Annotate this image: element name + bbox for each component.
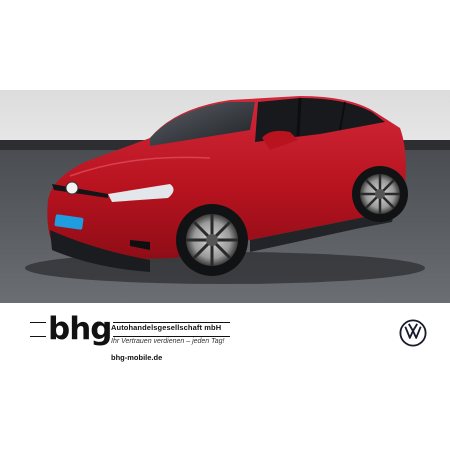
- dealer-website: bhg-mobile.de: [111, 353, 163, 362]
- front-emblem-icon: [65, 181, 79, 195]
- dealer-logo: bhg: [46, 311, 114, 347]
- company-name: Autohandelsgesellschaft mbH: [111, 323, 222, 332]
- car-photo: [0, 90, 450, 303]
- dealer-slogan: Ihr Vertrauen verdienen – jeden Tag!: [111, 338, 225, 345]
- front-wheel: [176, 204, 248, 276]
- vw-logo-icon: [399, 319, 427, 347]
- listing-image: bhg Autohandelsgesellschaft mbH Ihr Vert…: [0, 0, 450, 450]
- rear-wheel: [352, 166, 408, 222]
